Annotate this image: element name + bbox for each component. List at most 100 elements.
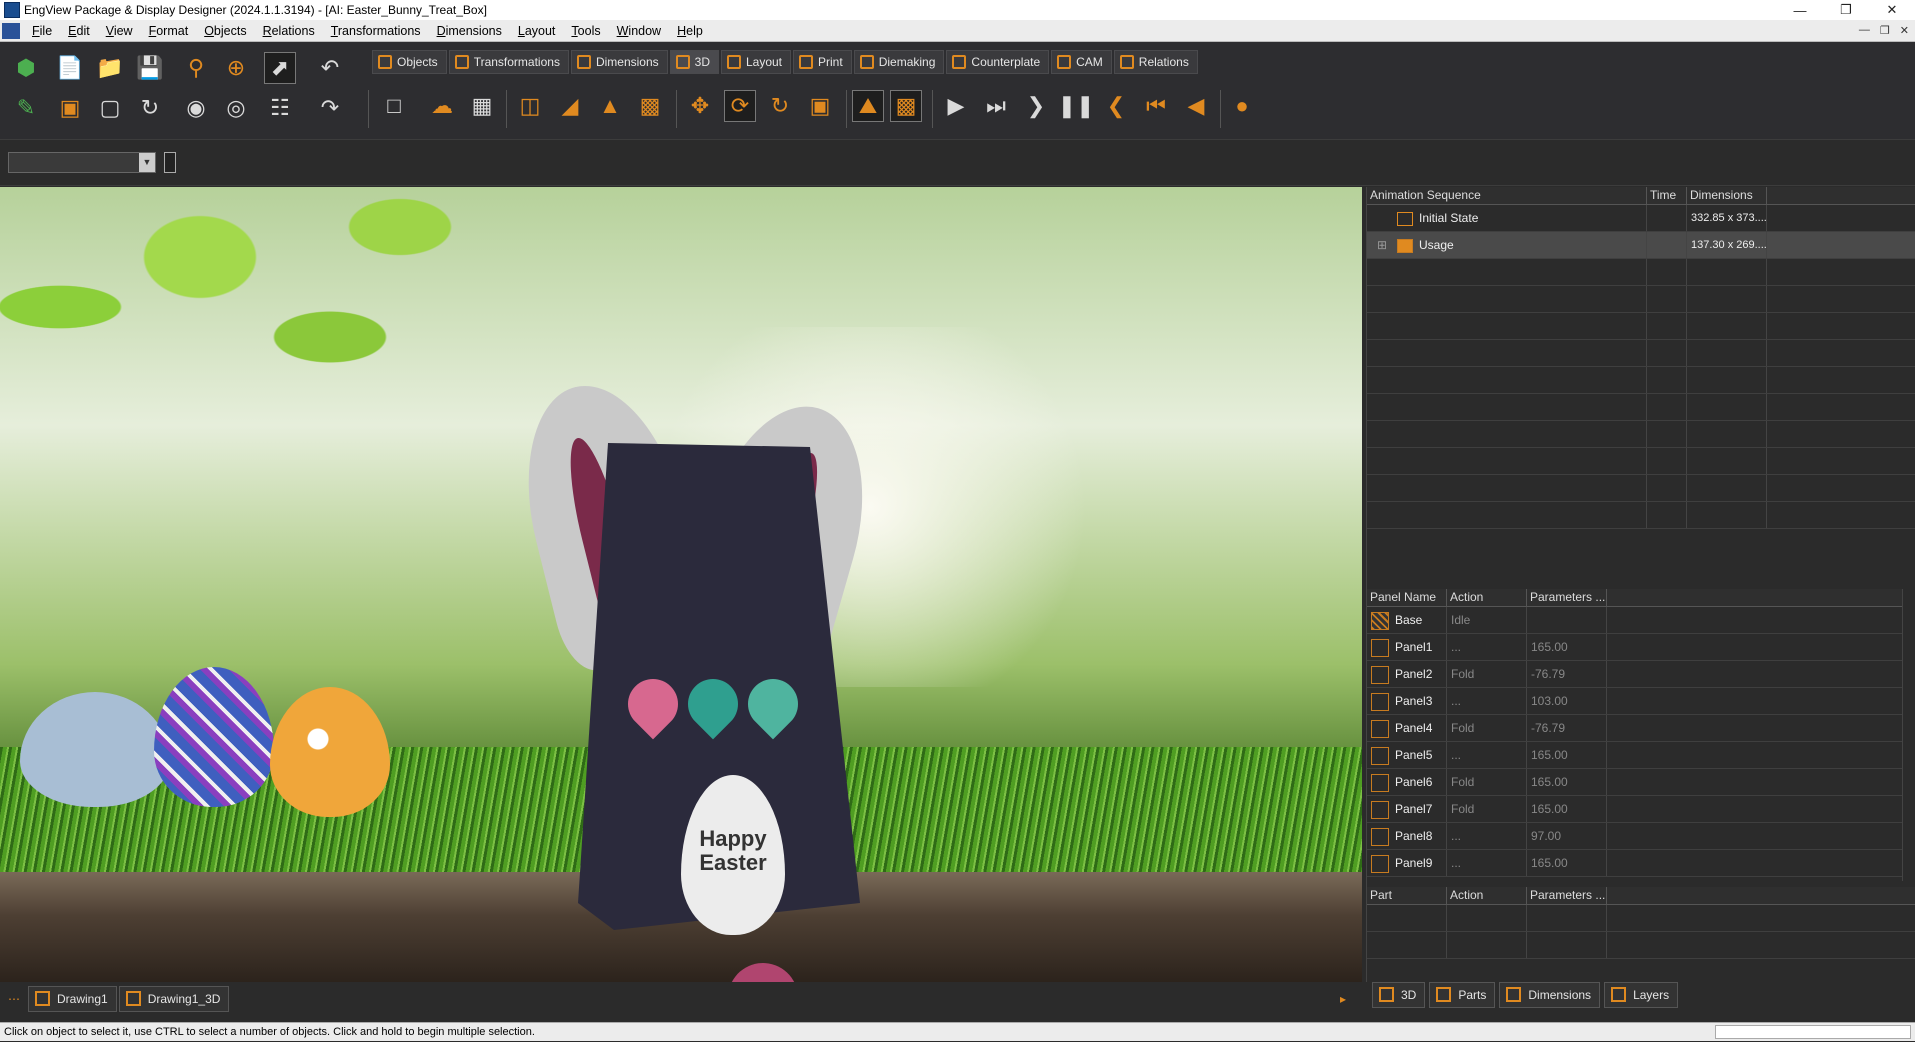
menu-relations[interactable]: Relations <box>255 24 323 38</box>
preview-icon[interactable]: ▢ <box>94 92 126 124</box>
tab-print[interactable]: Print <box>793 50 852 74</box>
expand-icon[interactable]: ⊞ <box>1377 232 1389 258</box>
3d-viewport[interactable]: Happy Easter <box>0 187 1362 982</box>
tab-transformations[interactable]: Transformations <box>448 50 569 74</box>
more-icon[interactable]: ⋯ <box>0 992 28 1006</box>
orbit-icon[interactable]: ↻ <box>764 90 796 122</box>
render-box-icon[interactable]: ▩ <box>890 90 922 122</box>
tab-right-3d[interactable]: 3D <box>1372 982 1426 1008</box>
menu-edit[interactable]: Edit <box>60 24 98 38</box>
play-reverse-icon[interactable]: ◀ <box>1180 90 1212 122</box>
col-part[interactable]: Part <box>1367 887 1447 904</box>
new-file-icon[interactable]: 📄 <box>54 52 86 84</box>
material-sphere-icon[interactable]: ● <box>1226 90 1258 122</box>
tab-3d[interactable]: 3D <box>669 50 719 74</box>
tab-right-dimensions[interactable]: Dimensions <box>1499 982 1601 1008</box>
mdi-minimize-icon[interactable]: — <box>1859 24 1870 37</box>
tab-layout[interactable]: Layout <box>720 50 792 74</box>
minimize-button[interactable]: — <box>1777 3 1823 18</box>
menu-layout[interactable]: Layout <box>510 24 564 38</box>
refresh-icon[interactable]: ↻ <box>134 92 166 124</box>
new-3d-icon[interactable]: ⬢ <box>10 52 42 84</box>
zoom-fit-icon[interactable]: ◎ <box>220 92 252 124</box>
zoom-icon[interactable]: ⚲ <box>180 52 212 84</box>
tab-layers[interactable]: Layers <box>1604 982 1679 1008</box>
mdi-close-icon[interactable]: ✕ <box>1900 24 1909 37</box>
select-pointer-icon[interactable]: ⬈ <box>264 52 296 84</box>
3d-view-icon[interactable]: □ <box>378 90 410 122</box>
box-3d-icon[interactable]: ▣ <box>804 90 836 122</box>
panel-row[interactable]: Panel1... 165.00 <box>1367 634 1915 661</box>
panel-row[interactable]: Panel7 Fold 165.00 <box>1367 796 1915 823</box>
step-back-icon[interactable]: ❮ <box>1100 90 1132 122</box>
fold-steps-icon[interactable]: ◢ <box>554 90 586 122</box>
col-panel-name[interactable]: Panel Name <box>1367 589 1447 606</box>
save-icon[interactable]: 💾 <box>134 52 166 84</box>
play-icon[interactable]: ▶ <box>940 90 972 122</box>
animation-row[interactable]: Initial State 332.85 x 373.... <box>1367 205 1915 232</box>
col-parameters[interactable]: Parameters ... <box>1527 887 1607 904</box>
panel-row[interactable]: Panel9... 165.00 <box>1367 850 1915 877</box>
tab-cam[interactable]: CAM <box>1051 50 1112 74</box>
scroll-right-icon[interactable]: ▸ <box>1340 992 1362 1006</box>
style-dropdown[interactable]: ▼ <box>8 152 156 173</box>
menu-format[interactable]: Format <box>141 24 197 38</box>
zoom-in-icon[interactable]: ⊕ <box>220 52 252 84</box>
upload-icon[interactable]: ☁ <box>426 90 458 122</box>
open-folder-icon[interactable]: 📁 <box>94 52 126 84</box>
color-swatch[interactable] <box>164 152 176 173</box>
mdi-restore-icon[interactable]: ❐ <box>1880 24 1890 37</box>
panel-row[interactable]: Panel4 Fold -76.79 <box>1367 715 1915 742</box>
col-action[interactable]: Action <box>1447 887 1527 904</box>
rotate-icon[interactable]: ⟳ <box>724 90 756 122</box>
menu-view[interactable]: View <box>98 24 141 38</box>
col-time[interactable]: Time <box>1647 187 1687 204</box>
menu-tools[interactable]: Tools <box>563 24 608 38</box>
skip-start-icon[interactable]: ⏮ <box>1140 90 1172 122</box>
menu-transformations[interactable]: Transformations <box>323 24 429 38</box>
tab-drawing1[interactable]: Drawing1 <box>28 986 117 1012</box>
chevron-down-icon[interactable]: ▼ <box>139 153 155 172</box>
grid-3d-icon[interactable]: ▦ <box>466 90 498 122</box>
tab-diemaking[interactable]: Diemaking <box>853 50 945 74</box>
edit-icon[interactable]: ✎ <box>10 92 42 124</box>
tab-parts[interactable]: Parts <box>1429 982 1496 1008</box>
panel-scrollbar[interactable] <box>1902 589 1915 881</box>
menu-objects[interactable]: Objects <box>196 24 254 38</box>
tab-relations[interactable]: Relations <box>1113 50 1198 74</box>
tab-objects[interactable]: Objects <box>372 50 447 74</box>
col-animation-sequence[interactable]: Animation Sequence <box>1367 187 1647 204</box>
col-dimensions[interactable]: Dimensions <box>1687 187 1767 204</box>
cone-icon[interactable]: ▲ <box>594 90 626 122</box>
menu-help[interactable]: Help <box>669 24 711 38</box>
cylinder-icon[interactable]: ▩ <box>634 90 666 122</box>
panel-row[interactable]: Panel5... 165.00 <box>1367 742 1915 769</box>
animation-row[interactable]: ⊞ Usage 137.30 x 269.... <box>1367 232 1915 259</box>
grid-icon[interactable]: ☷ <box>264 92 296 124</box>
undo-icon[interactable]: ↶ <box>314 52 346 84</box>
pause-icon[interactable]: ❚❚ <box>1058 90 1095 122</box>
restore-button[interactable]: ❐ <box>1823 2 1869 18</box>
panel-row[interactable]: Base Idle <box>1367 607 1915 634</box>
col-parameters[interactable]: Parameters ... <box>1527 589 1607 606</box>
tab-dimensions[interactable]: Dimensions <box>570 50 668 74</box>
tab-counterplate[interactable]: Counterplate <box>946 50 1050 74</box>
package-icon[interactable]: ▣ <box>54 92 86 124</box>
tab-drawing1-3d[interactable]: Drawing1_3D <box>118 986 230 1012</box>
redo-icon[interactable]: ↷ <box>314 92 346 124</box>
move-icon[interactable]: ✥ <box>684 90 716 122</box>
panel-row[interactable]: Panel8... 97.00 <box>1367 823 1915 850</box>
menu-dimensions[interactable]: Dimensions <box>429 24 510 38</box>
panel-row[interactable]: Panel2 Fold -76.79 <box>1367 661 1915 688</box>
document-icon[interactable] <box>2 22 20 39</box>
background-image-icon[interactable]: ⛰ <box>852 90 884 122</box>
fold-panel-icon[interactable]: ◫ <box>514 90 546 122</box>
bunny-treat-box[interactable]: Happy Easter <box>502 369 891 982</box>
step-forward-icon[interactable]: ❯ <box>1020 90 1052 122</box>
close-window-button[interactable]: ✕ <box>1869 2 1915 18</box>
menu-window[interactable]: Window <box>609 24 669 38</box>
zoom-window-icon[interactable]: ◉ <box>180 92 212 124</box>
panel-row[interactable]: Panel6 Fold 165.00 <box>1367 769 1915 796</box>
col-action[interactable]: Action <box>1447 589 1527 606</box>
panel-row[interactable]: Panel3... 103.00 <box>1367 688 1915 715</box>
